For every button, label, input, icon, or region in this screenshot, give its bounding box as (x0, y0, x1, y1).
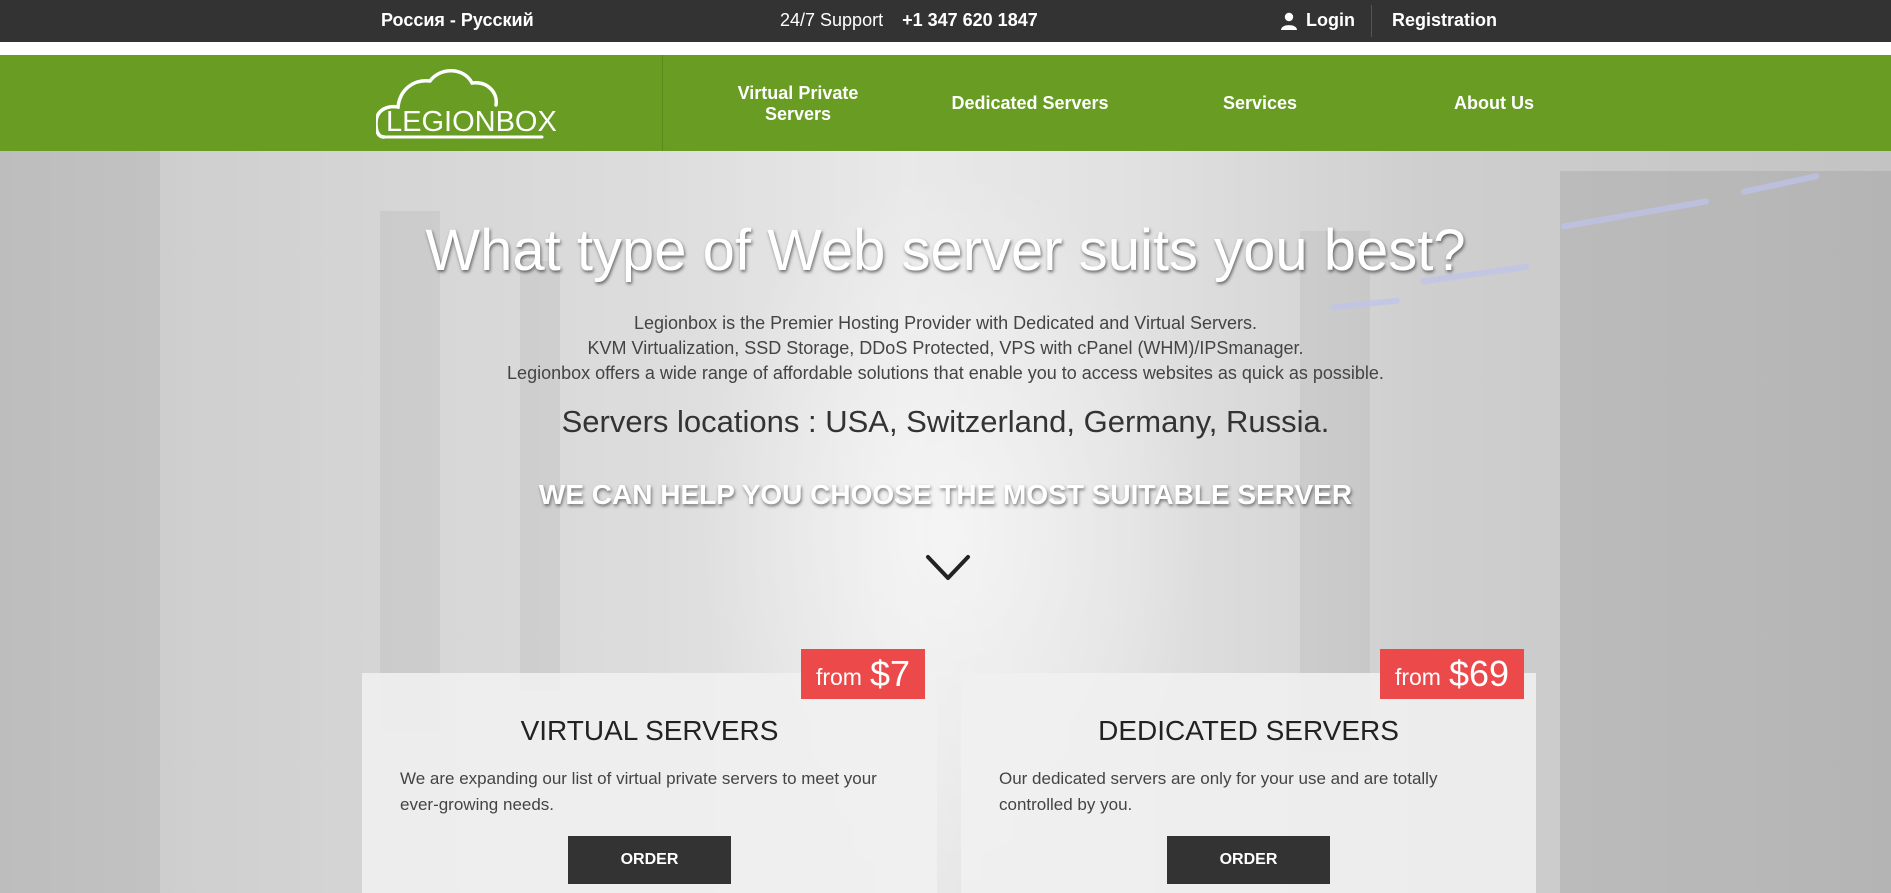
order-dedicated-button[interactable]: ORDER (1167, 836, 1330, 884)
hero-cta-heading: WE CAN HELP YOU CHOOSE THE MOST SUITABLE… (538, 479, 1353, 510)
price-prefix: from (1394, 663, 1441, 690)
hero-description: Legionbox is the Premier Hosting Provide… (0, 311, 1891, 386)
card-description: We are expanding our list of virtual pri… (400, 769, 877, 814)
price-amount: $69 (1448, 653, 1510, 694)
nav-dedicated-servers[interactable]: Dedicated Servers (940, 93, 1120, 114)
support-phone-link[interactable]: +1 347 620 1847 (902, 10, 1038, 30)
price-badge: from $7 (801, 649, 925, 699)
login-label: Login (1306, 10, 1355, 30)
logo-text: LEGIONBOX (386, 106, 556, 138)
nav-separator (662, 55, 663, 151)
nav-about-us[interactable]: About Us (1430, 93, 1558, 114)
server-locations: Servers locations : USA, Switzerland, Ge… (561, 404, 1330, 439)
support-info: 24/7 Support +1 347 620 1847 (780, 10, 1038, 31)
login-link[interactable]: Login (1280, 10, 1355, 31)
header-spacer (0, 42, 1891, 55)
price-badge: from $69 (1380, 649, 1524, 699)
chevron-down-icon[interactable] (925, 553, 971, 583)
top-bar: Россия - Русский 24/7 Support +1 347 620… (0, 0, 1891, 42)
nav-virtual-private-servers[interactable]: Virtual Private Servers (718, 83, 878, 125)
card-title: DEDICATED SERVERS (1098, 715, 1399, 746)
language-selector[interactable]: Россия - Русский (381, 10, 534, 31)
price-amount: $7 (869, 653, 911, 694)
card-title: VIRTUAL SERVERS (520, 715, 779, 746)
hero-description-line: KVM Virtualization, SSD Storage, DDoS Pr… (587, 338, 1304, 358)
user-icon (1281, 12, 1297, 30)
legionbox-logo[interactable]: LEGIONBOX (376, 65, 556, 141)
dedicated-servers-card: from $69 DEDICATED SERVERS Our dedicated… (961, 649, 1536, 893)
support-label: 24/7 Support (780, 10, 884, 30)
hero-description-line: Legionbox is the Premier Hosting Provide… (634, 313, 1257, 333)
main-navigation: LEGIONBOX Virtual Private Servers Dedica… (0, 55, 1891, 151)
hero-description-line: Legionbox offers a wide range of afforda… (507, 363, 1384, 383)
hero-title: What type of Web server suits you best? (425, 218, 1466, 283)
background-rack (380, 211, 440, 731)
nav-services[interactable]: Services (1200, 93, 1320, 114)
card-description: Our dedicated servers are only for your … (999, 769, 1438, 814)
registration-link[interactable]: Registration (1392, 10, 1497, 31)
virtual-servers-card: from $7 VIRTUAL SERVERS We are expanding… (362, 649, 937, 893)
hero-section: What type of Web server suits you best? … (0, 151, 1891, 893)
price-prefix: from (815, 663, 862, 690)
order-virtual-button[interactable]: ORDER (568, 836, 731, 884)
topbar-divider (1371, 5, 1372, 37)
